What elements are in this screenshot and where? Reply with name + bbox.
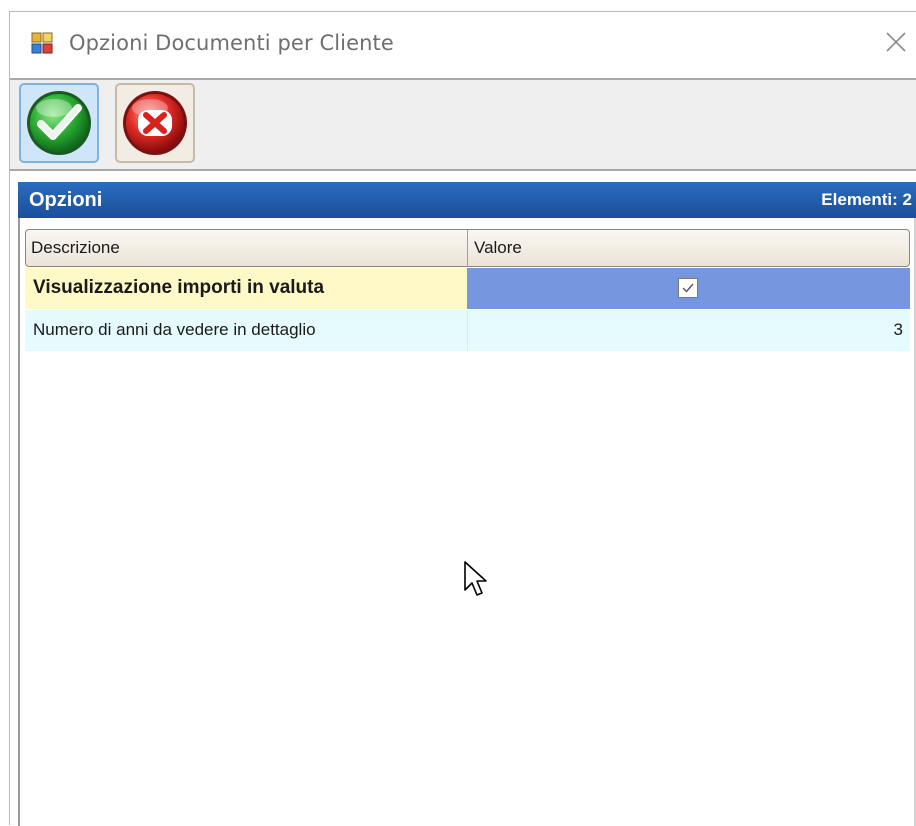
description-cell[interactable]: Visualizzazione importi in valuta (25, 268, 467, 309)
value-cell[interactable] (467, 268, 910, 309)
panel-title: Opzioni (29, 189, 103, 211)
close-icon (886, 32, 906, 52)
description-cell[interactable]: Numero di anni da vedere in dettaglio (25, 310, 467, 351)
grid-row-visualizzazione-importi[interactable]: Visualizzazione importi in valuta (25, 268, 910, 309)
column-header-valore[interactable]: Valore (474, 238, 522, 258)
value-number: 3 (893, 320, 903, 339)
window-title: Opzioni Documenti per Cliente (69, 31, 394, 55)
cancel-button[interactable] (115, 83, 195, 163)
options-panel-header: Opzioni Elementi: 2 (18, 182, 916, 218)
green-check-icon (27, 91, 91, 155)
dialog-window: Opzioni Documenti per Cliente Opzioni El… (9, 11, 916, 826)
grid-row-numero-anni[interactable]: Numero di anni da vedere in dettaglio 3 (25, 310, 910, 351)
value-checkbox[interactable] (678, 278, 698, 298)
toolbar (10, 78, 916, 171)
red-x-icon (123, 91, 187, 155)
column-divider[interactable] (467, 230, 468, 266)
checkmark-icon (682, 283, 694, 293)
grid-header: Descrizione Valore (25, 229, 910, 267)
value-cell[interactable]: 3 (467, 310, 910, 351)
confirm-button[interactable] (19, 83, 99, 163)
options-grid[interactable]: Descrizione Valore Visualizzazione impor… (18, 218, 916, 826)
close-button[interactable] (878, 24, 914, 60)
description-text: Visualizzazione importi in valuta (33, 277, 325, 298)
app-window-icon (31, 32, 53, 54)
mouse-cursor-icon (464, 561, 487, 596)
title-bar[interactable]: Opzioni Documenti per Cliente (10, 12, 916, 76)
column-header-descrizione[interactable]: Descrizione (31, 238, 120, 258)
items-count-label: Elementi: 2 (821, 190, 912, 209)
description-text: Numero di anni da vedere in dettaglio (33, 320, 316, 339)
